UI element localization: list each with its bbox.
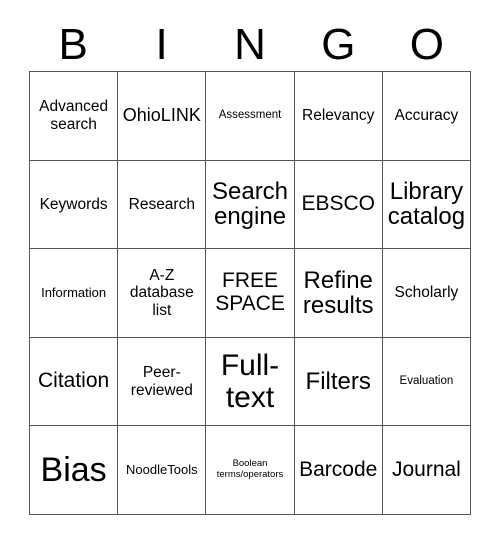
bingo-row: Information A-Z database list FREE SPACE… [30,249,472,338]
bingo-cell[interactable]: Refine results [294,249,383,338]
bingo-cell[interactable]: Journal [382,426,472,515]
bingo-cell[interactable]: Search engine [206,160,295,250]
bingo-cell-label: FREE SPACE [215,269,285,315]
bingo-header-letter-i: I [117,18,205,71]
bingo-cell[interactable]: Barcode [294,426,383,515]
bingo-cell-label: Journal [391,457,461,481]
bingo-cell-label: EBSCO [301,192,375,216]
bingo-cell[interactable]: Scholarly [382,249,472,338]
bingo-cell[interactable]: Assessment [206,72,295,161]
bingo-cell-label: OhioLINK [122,104,201,125]
header-letter-text: B [58,19,88,69]
bingo-cell-label: Assessment [218,109,282,122]
bingo-cell-label: A-Z database list [129,266,194,319]
bingo-cell-label: Full-text [220,349,280,414]
bingo-header-letter-b: B [29,18,117,71]
bingo-cell[interactable]: Research [118,160,207,250]
header-letter-text: O [409,19,444,69]
bingo-header-letter-g: G [294,18,382,71]
bingo-cell-label: Peer-reviewed [130,364,193,399]
bingo-cell-free-space[interactable]: FREE SPACE [206,249,295,338]
bingo-cell-label: Scholarly [394,284,459,302]
bingo-cell-label: Relevancy [302,107,375,125]
bingo-cell-label: Advanced search [39,98,109,133]
bingo-row: Bias NoodleTools Boolean terms/operators… [30,426,472,515]
bingo-header-letter-n: N [206,18,294,71]
bingo-cell[interactable]: Advanced search [30,72,119,161]
bingo-cell[interactable]: Accuracy [382,72,472,161]
bingo-cell[interactable]: Citation [30,337,119,427]
bingo-cell[interactable]: A-Z database list [118,249,207,338]
bingo-grid: Advanced search OhioLINK Assessment Rele… [29,71,472,515]
bingo-cell-label: Information [41,284,107,300]
bingo-cell-label: Barcode [299,457,378,481]
bingo-cell[interactable]: Bias [30,426,119,515]
bingo-cell[interactable]: Relevancy [294,72,383,161]
bingo-row: Citation Peer-reviewed Full-text Filters… [30,337,472,427]
bingo-header-row: B I N G O [29,18,471,71]
bingo-cell[interactable]: Full-text [206,337,295,427]
bingo-header-letter-o: O [383,18,471,71]
header-letter-text: G [321,19,356,69]
bingo-cell-label: Search engine [211,177,289,231]
bingo-card: B I N G O Advanced search OhioLINK Asses… [0,0,500,544]
bingo-cell-label: Library catalog [387,177,466,231]
header-letter-text: I [155,19,168,69]
bingo-cell[interactable]: Boolean terms/operators [206,426,295,515]
bingo-cell-label: Bias [40,450,107,489]
bingo-cell[interactable]: Evaluation [382,337,472,427]
bingo-cell[interactable]: OhioLINK [118,72,207,161]
bingo-cell-label: Evaluation [399,375,454,388]
bingo-row: Advanced search OhioLINK Assessment Rele… [30,72,472,161]
bingo-cell[interactable]: NoodleTools [118,426,207,515]
bingo-cell-label: Filters [305,367,371,395]
bingo-cell[interactable]: Keywords [30,160,119,250]
bingo-cell-label: Boolean terms/operators [216,458,284,481]
bingo-cell-label: Keywords [39,195,108,213]
bingo-cell[interactable]: Filters [294,337,383,427]
bingo-cell[interactable]: Information [30,249,119,338]
header-letter-text: N [234,19,266,69]
bingo-cell-label: Citation [38,369,110,393]
bingo-cell[interactable]: EBSCO [294,160,383,250]
bingo-cell[interactable]: Library catalog [382,160,472,250]
bingo-cell-label: NoodleTools [126,461,198,477]
bingo-cell-label: Accuracy [394,107,459,125]
bingo-cell-label: Refine results [302,266,374,319]
bingo-row: Keywords Research Search engine EBSCO Li… [30,160,472,250]
bingo-cell-label: Research [128,195,195,213]
bingo-cell[interactable]: Peer-reviewed [118,337,207,427]
